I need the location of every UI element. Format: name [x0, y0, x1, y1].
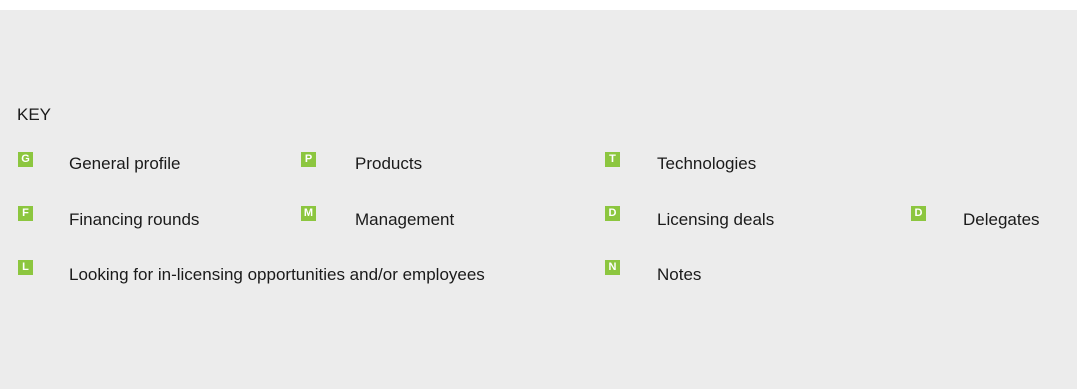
looking-for-label: Looking for in-licensing opportunities a…	[69, 265, 485, 284]
products-label: Products	[355, 154, 423, 173]
looking-for-badge-icon: L	[18, 260, 33, 275]
management-label: Management	[355, 210, 455, 229]
key-title: KEY	[17, 105, 52, 124]
licensing-deals-label: Licensing deals	[657, 210, 775, 229]
management-badge-icon: M	[301, 206, 316, 221]
key-legend-panel: KEY G General profile P Products T Techn…	[0, 10, 1077, 389]
financing-rounds-badge-icon: F	[18, 206, 33, 221]
general-profile-label: General profile	[69, 154, 181, 173]
delegates-label: Delegates	[963, 210, 1040, 229]
technologies-label: Technologies	[657, 154, 757, 173]
technologies-badge-icon: T	[605, 152, 620, 167]
licensing-deals-badge-icon: D	[605, 206, 620, 221]
financing-rounds-label: Financing rounds	[69, 210, 200, 229]
products-badge-icon: P	[301, 152, 316, 167]
general-profile-badge-icon: G	[18, 152, 33, 167]
notes-label: Notes	[657, 265, 702, 284]
delegates-badge-icon: D	[911, 206, 926, 221]
notes-badge-icon: N	[605, 260, 620, 275]
